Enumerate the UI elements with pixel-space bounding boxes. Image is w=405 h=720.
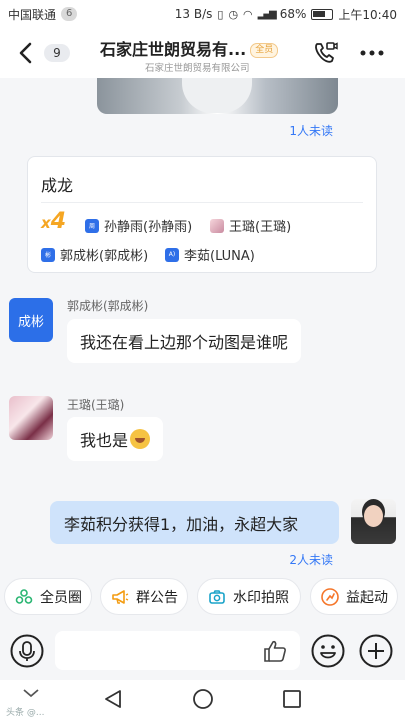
run-icon	[321, 587, 339, 606]
quick-label: 全员圈	[40, 589, 82, 606]
emoji-icon[interactable]	[311, 634, 345, 668]
quick-label: 群公告	[136, 589, 178, 606]
ding-card[interactable]: 成龙 x4 周孙静雨(孙静雨) 王璐(王璐) 彬郭成彬(郭成彬) A) 李茹(LU…	[27, 156, 377, 273]
back-arrow-icon[interactable]	[12, 39, 40, 67]
avatar: 周	[85, 218, 99, 233]
chat-title-text: 石家庄世朗贸易有...	[100, 40, 247, 59]
recipient: 周孙静雨(孙静雨)	[85, 216, 192, 235]
avatar: A)	[165, 247, 179, 262]
vibrate-icon: ▯	[217, 7, 224, 21]
carrier-label: 中国联通	[8, 7, 57, 22]
quick-group-notice[interactable]: 群公告	[100, 578, 188, 615]
message-bubble[interactable]: 我还在看上边那个动图是谁呢	[67, 319, 302, 363]
circles-icon	[15, 588, 33, 604]
message-text: 李茹积分获得1，加油，永超大家	[64, 514, 299, 534]
my-avatar[interactable]	[351, 499, 396, 544]
avatar	[210, 218, 224, 233]
recipient: A) 李茹(LUNA)	[165, 245, 255, 264]
signal-icon: ▂▄▆	[257, 8, 277, 20]
chat-title[interactable]: 石家庄世朗贸易有... 全员	[100, 36, 300, 60]
battery-icon	[311, 8, 334, 20]
megaphone-icon	[112, 589, 129, 604]
quick-yiqidong[interactable]: 益起动	[310, 578, 398, 615]
card-divider	[41, 202, 363, 203]
message-text: 我还在看上边那个动图是谁呢	[80, 333, 289, 352]
alarm-icon: ◷	[228, 7, 239, 21]
message-text: 我也是	[80, 431, 129, 450]
avatar[interactable]	[9, 396, 53, 440]
message-bubble[interactable]: 我也是	[67, 417, 164, 461]
multiplier: x4	[41, 209, 66, 234]
thumbs-up-icon[interactable]	[262, 638, 288, 664]
network-speed: 13 B/s	[174, 7, 213, 21]
plus-icon[interactable]	[359, 634, 393, 668]
battery-percent: 68%	[279, 7, 307, 21]
laugh-cry-emoji-icon	[130, 429, 151, 449]
chat-header: 9 石家庄世朗贸易有... 全员 石家庄世朗贸易有限公司	[0, 28, 405, 78]
recipient: 王璐(王璐)	[210, 216, 291, 235]
status-bar: 中国联通 6 13 B/s ▯ ◷ ◠ ▂▄▆ 68% 上午10:40	[0, 0, 405, 28]
recipient: 彬郭成彬(郭成彬)	[41, 245, 148, 264]
read-receipt[interactable]: 2人未读	[289, 551, 333, 568]
all-members-tag: 全员	[250, 43, 279, 58]
sender-name: 王璐(王璐)	[67, 398, 125, 412]
image-message[interactable]	[97, 78, 338, 114]
read-receipt[interactable]: 1人未读	[289, 122, 333, 139]
more-icon[interactable]	[358, 42, 386, 64]
nav-recents-icon[interactable]	[282, 689, 302, 709]
nav-back-icon[interactable]	[103, 688, 123, 710]
card-name: 成龙	[41, 176, 74, 195]
quick-all-members-circle[interactable]: 全员圈	[4, 578, 92, 615]
camera-icon	[209, 589, 225, 604]
nav-home-icon[interactable]	[192, 688, 214, 710]
quick-label: 益起动	[346, 589, 388, 606]
clock: 上午10:40	[338, 7, 397, 22]
unread-chats-badge[interactable]: 9	[44, 44, 70, 62]
chevron-down-icon[interactable]	[22, 687, 40, 699]
my-message-bubble[interactable]: 李茹积分获得1，加油，永超大家	[50, 501, 339, 544]
avatar[interactable]: 成彬	[9, 298, 53, 342]
chat-subtitle: 石家庄世朗贸易有限公司	[145, 63, 250, 74]
phone-video-icon[interactable]	[312, 40, 338, 66]
avatar: 彬	[41, 247, 55, 262]
sender-name: 郭成彬(郭成彬)	[67, 299, 149, 313]
watermark: 头条 @...	[6, 708, 45, 718]
voice-icon[interactable]	[10, 634, 44, 668]
wifi-icon: ◠	[243, 7, 253, 21]
quick-label: 水印拍照	[233, 589, 289, 606]
carrier-badge: 6	[61, 7, 78, 21]
quick-watermark-camera[interactable]: 水印拍照	[197, 578, 301, 615]
